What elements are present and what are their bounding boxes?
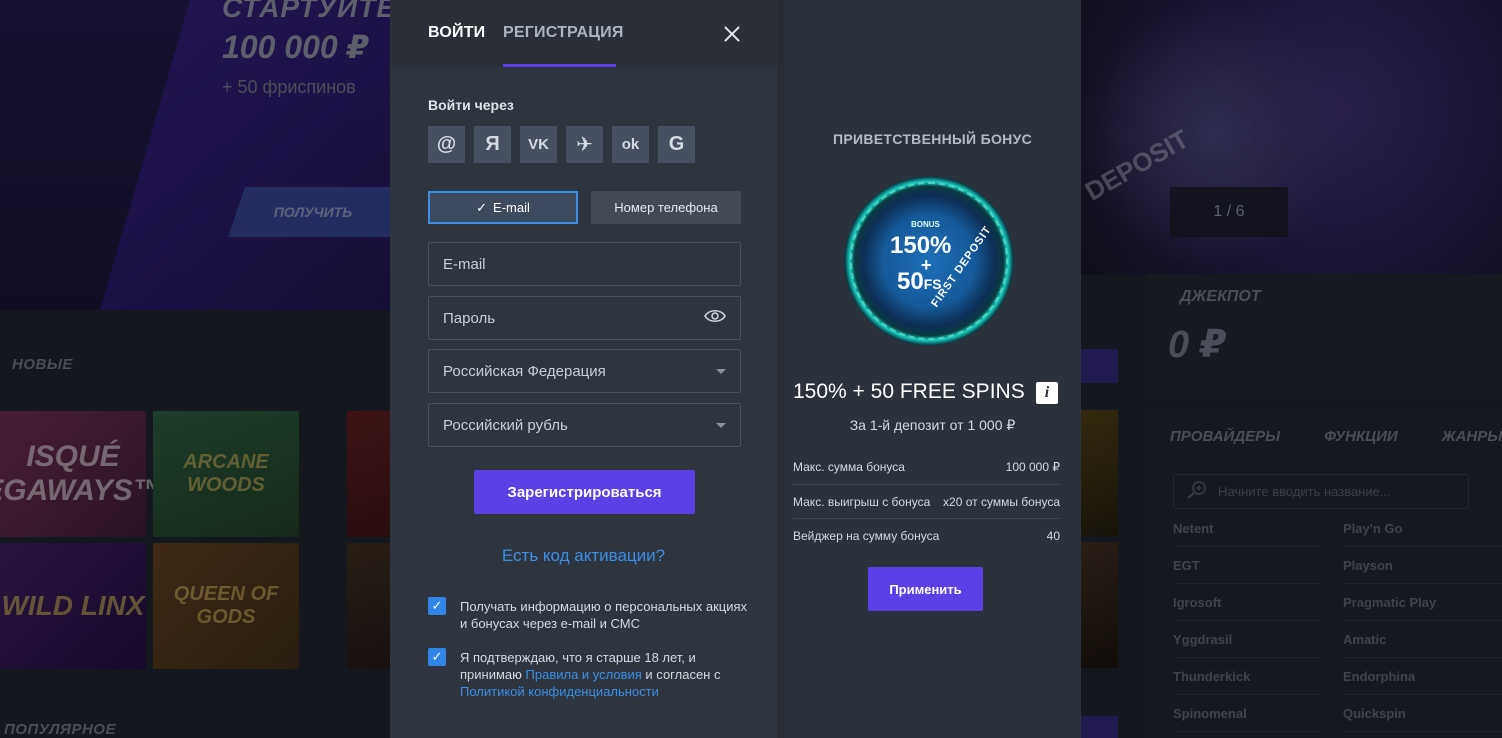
- providers-tabs: ПРОВАЙДЕРЫ ФУНКЦИИ ЖАНРЫ: [1170, 428, 1502, 445]
- game-tile[interactable]: [347, 543, 390, 669]
- game-tile[interactable]: ISQUÉ EGAWAYS™: [0, 411, 163, 537]
- badge-spins: 50FS: [897, 268, 942, 296]
- social-login-buttons: @ Я VK ✈ ok G: [428, 126, 695, 163]
- game-tile[interactable]: [1081, 542, 1118, 668]
- email-mode-label: E-mail: [493, 200, 530, 215]
- game-tile[interactable]: ARCANE WOODS: [153, 411, 299, 537]
- badge-spins-count: 50: [897, 268, 924, 295]
- game-tile[interactable]: [1081, 410, 1118, 536]
- tab-providers[interactable]: ПРОВАЙДЕРЫ: [1170, 428, 1280, 445]
- provider-item[interactable]: Amatic: [1343, 621, 1502, 658]
- bonus-heading: ПРИВЕТСТВЕННЫЙ БОНУС: [833, 131, 1032, 147]
- providers-list: Netent Play'n Go EGT Playson Igrosoft Pr…: [1173, 510, 1502, 732]
- tab-register[interactable]: РЕГИСТРАЦИЯ: [503, 24, 624, 42]
- consent-marketing: ✓ Получать информацию о персональных акц…: [428, 597, 748, 632]
- provider-item[interactable]: Playson: [1343, 547, 1502, 584]
- badge-small-text: BONUS: [911, 220, 940, 229]
- close-icon[interactable]: [720, 22, 744, 46]
- privacy-policy-link[interactable]: Политикой конфиденциальности: [460, 684, 659, 699]
- vk-login-icon[interactable]: VK: [520, 126, 557, 163]
- jackpot-label: ДЖЕКПОТ: [1180, 288, 1261, 305]
- email-field[interactable]: E-mail: [428, 242, 741, 286]
- jackpot-value: 0 ₽: [1168, 324, 1227, 366]
- provider-item[interactable]: Pragmatic Play: [1343, 584, 1502, 621]
- term-row: Макс. сумма бонуса 100 000 ₽: [793, 450, 1060, 484]
- check-icon: ✓: [476, 199, 488, 215]
- password-placeholder: Пароль: [443, 309, 496, 327]
- term-value: 100 000 ₽: [1005, 460, 1060, 474]
- welcome-bonus-panel: ПРИВЕТСТВЕННЫЙ БОНУС BONUS 150% + 50FS F…: [777, 0, 1081, 738]
- age-terms-checkbox[interactable]: ✓: [428, 648, 446, 666]
- tab-features[interactable]: ФУНКЦИИ: [1324, 428, 1398, 445]
- hero-get-button[interactable]: ПОЛУЧИТЬ: [228, 187, 398, 237]
- telegram-login-icon[interactable]: ✈: [566, 126, 603, 163]
- login-via-label: Войти через: [428, 97, 514, 113]
- search-placeholder: Начните вводить название...: [1218, 484, 1391, 499]
- phone-mode-button[interactable]: Номер телефона: [591, 191, 741, 224]
- provider-item[interactable]: Play'n Go: [1343, 510, 1502, 547]
- registration-form-panel: ВОЙТИ РЕГИСТРАЦИЯ Войти через @ Я VK ✈ o…: [390, 0, 777, 738]
- game-tile[interactable]: WILD LINX: [0, 543, 146, 669]
- tab-login[interactable]: ВОЙТИ: [428, 24, 485, 42]
- section-new-label: НОВЫЕ: [12, 356, 73, 373]
- age-terms-text: Я подтверждаю, что я старше 18 лет, и пр…: [460, 649, 748, 700]
- apply-bonus-button[interactable]: Применить: [868, 567, 983, 611]
- marketing-checkbox[interactable]: ✓: [428, 597, 446, 615]
- provider-search-input[interactable]: Начните вводить название...: [1173, 474, 1469, 509]
- search-icon: [1186, 481, 1208, 502]
- hero-subtitle: + 50 фриспинов: [222, 77, 356, 97]
- provider-item[interactable]: Endorphina: [1343, 658, 1502, 695]
- term-row: Макс. выигрыш с бонуса x20 от суммы бонус…: [793, 484, 1060, 518]
- provider-item[interactable]: Spinomenal: [1173, 695, 1321, 732]
- registration-modal: ВОЙТИ РЕГИСТРАЦИЯ Войти через @ Я VK ✈ o…: [390, 0, 1081, 738]
- slider-counter: 1 / 6: [1170, 187, 1288, 237]
- activation-code-link[interactable]: Есть код активации?: [390, 546, 777, 566]
- hero-title: СТАРТУЙТЕ: [222, 0, 397, 23]
- term-label: Макс. сумма бонуса: [793, 460, 905, 474]
- provider-item[interactable]: Igrosoft: [1173, 584, 1321, 621]
- odnoklassniki-login-icon[interactable]: ok: [612, 126, 649, 163]
- chevron-down-icon: [716, 368, 726, 374]
- country-value: Российская Федерация: [443, 362, 606, 380]
- term-value: x20 от суммы бонуса: [943, 494, 1060, 509]
- offer-title: 150% + 50 FREE SPINS: [793, 380, 1025, 403]
- game-tile[interactable]: QUEEN OF GODS: [153, 543, 299, 669]
- rules-link[interactable]: Правила и условия: [526, 667, 642, 682]
- consent-middle: и согласен с: [641, 667, 721, 682]
- tab-genres[interactable]: ЖАНРЫ: [1442, 428, 1502, 445]
- active-tab-indicator: [503, 64, 616, 67]
- country-select[interactable]: Российская Федерация: [428, 349, 741, 393]
- provider-item[interactable]: Thunderkick: [1173, 658, 1321, 695]
- bonus-terms: Макс. сумма бонуса 100 000 ₽ Макс. выигры…: [793, 450, 1060, 552]
- provider-item[interactable]: Quickspin: [1343, 695, 1502, 732]
- eye-icon[interactable]: [704, 309, 726, 327]
- term-row: Вейджер на сумму бонуса 40: [793, 518, 1060, 552]
- yandex-login-icon[interactable]: Я: [474, 126, 511, 163]
- accent-stripe: [1081, 349, 1118, 383]
- register-button[interactable]: Зарегистрироваться: [474, 470, 695, 514]
- game-tile[interactable]: [347, 411, 390, 537]
- email-placeholder: E-mail: [443, 255, 486, 273]
- accent-stripe: [1081, 716, 1118, 738]
- provider-item[interactable]: Yggdrasil: [1173, 621, 1321, 658]
- consent-age-terms: ✓ Я подтверждаю, что я старше 18 лет, и …: [428, 648, 748, 700]
- chevron-down-icon: [716, 422, 726, 428]
- marketing-consent-text: Получать информацию о персональных акция…: [460, 599, 748, 631]
- offer-subtitle: За 1-й депозит от 1 000 ₽: [849, 417, 1016, 433]
- term-label: Вейджер на сумму бонуса: [793, 528, 940, 543]
- info-icon[interactable]: i: [1036, 382, 1058, 404]
- email-mode-button[interactable]: ✓ E-mail: [428, 191, 578, 224]
- hero-amount: 100 000 ₽: [222, 29, 369, 65]
- provider-item[interactable]: EGT: [1173, 547, 1321, 584]
- currency-value: Российский рубль: [443, 416, 568, 434]
- provider-item[interactable]: Netent: [1173, 510, 1321, 547]
- term-value: 40: [1046, 528, 1060, 543]
- term-label: Макс. выигрыш с бонуса: [793, 494, 931, 509]
- password-field[interactable]: Пароль: [428, 296, 741, 340]
- google-login-icon[interactable]: G: [658, 126, 695, 163]
- mail-login-icon[interactable]: @: [428, 126, 465, 163]
- modal-header: ВОЙТИ РЕГИСТРАЦИЯ: [390, 0, 777, 67]
- currency-select[interactable]: Российский рубль: [428, 403, 741, 447]
- section-popular-label: ПОПУЛЯРНОЕ: [4, 721, 116, 738]
